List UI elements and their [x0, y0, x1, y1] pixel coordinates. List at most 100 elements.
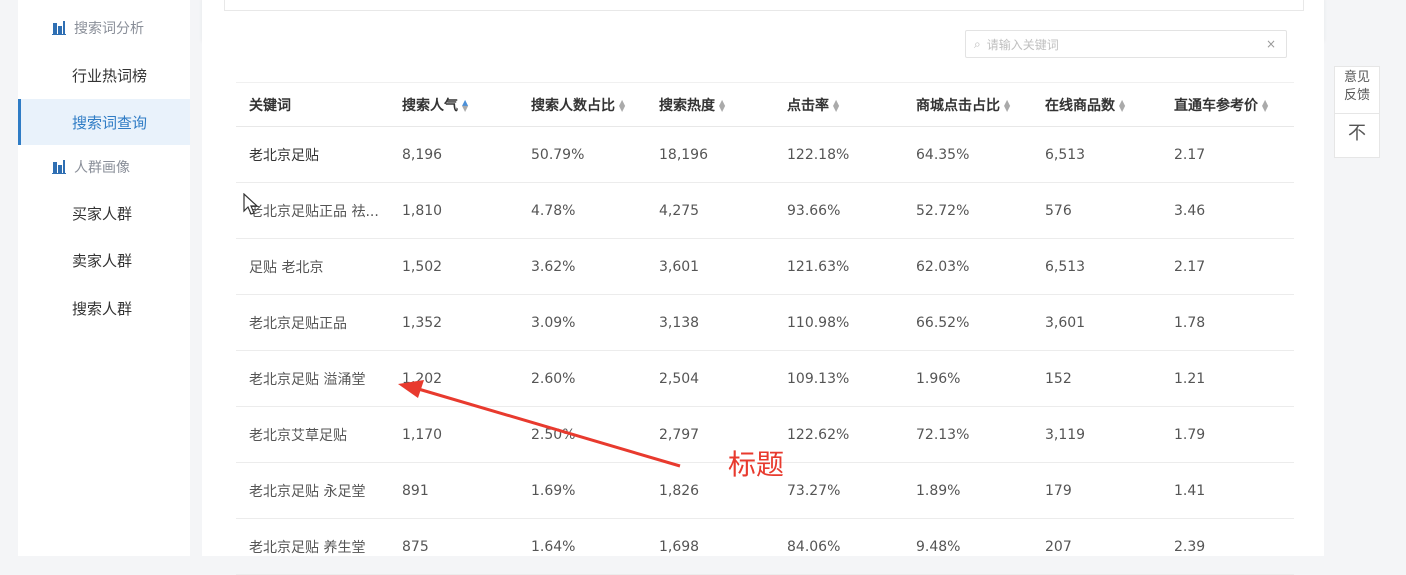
feedback-button[interactable]: 意见反馈	[1335, 69, 1379, 105]
header-online-items[interactable]: 在线商品数 ▲ ▼	[1045, 82, 1174, 127]
cell-value: 1.79	[1174, 406, 1294, 463]
table-row: 老北京足贴 溢涌堂 1,202 2.60% 2,504 109.13% 1.96…	[236, 350, 1294, 407]
cell-value: 50.79%	[531, 126, 659, 183]
sidebar-item-search-crowd[interactable]: 搜索人群	[18, 285, 190, 331]
sort-icon[interactable]: ▲ ▼	[1119, 98, 1125, 112]
sidebar-item-seller-crowd[interactable]: 卖家人群	[18, 237, 190, 283]
cell-value: 122.62%	[787, 406, 916, 463]
sidebar-item-keyword-query[interactable]: 搜索词查询	[18, 99, 190, 145]
header-ppc-price[interactable]: 直通车参考价 ▲ ▼	[1174, 82, 1294, 127]
sidebar-group-label: 人群画像	[74, 160, 130, 176]
back-to-top-button[interactable]: 不	[1335, 119, 1379, 145]
cell-keyword-link[interactable]: 老北京足贴正品	[236, 294, 402, 351]
table-row: 老北京足贴 8,196 50.79% 18,196 122.18% 64.35%…	[236, 126, 1294, 183]
cell-value: 1,502	[402, 238, 531, 295]
keyword-search-input[interactable]: ⌕ 请输入关键词 ×	[965, 30, 1287, 58]
cell-value: 4.78%	[531, 182, 659, 239]
sort-icon[interactable]: ▲ ▼	[1262, 98, 1268, 112]
cell-value: 93.66%	[787, 182, 916, 239]
cell-value: 62.03%	[916, 238, 1045, 295]
cell-value: 2.50%	[531, 406, 659, 463]
table-row: 老北京足贴正品 祛... 1,810 4.78% 4,275 93.66% 52…	[236, 182, 1294, 239]
cell-value: 64.35%	[916, 126, 1045, 183]
cell-value: 4,275	[659, 182, 787, 239]
sidebar-item-buyer-crowd[interactable]: 买家人群	[18, 190, 190, 236]
cell-value: 1.89%	[916, 462, 1045, 519]
cell-value: 3,601	[1045, 294, 1174, 351]
cell-value: 2.17	[1174, 126, 1294, 183]
cell-keyword-link[interactable]: 老北京艾草足贴	[236, 406, 402, 463]
cell-value: 84.06%	[787, 518, 916, 575]
cell-value: 576	[1045, 182, 1174, 239]
cell-value: 3,601	[659, 238, 787, 295]
annotation-label: 标题	[728, 448, 785, 481]
cell-value: 3.46	[1174, 182, 1294, 239]
sidebar-group-search-analysis[interactable]: 搜索词分析	[18, 13, 190, 43]
cell-value: 152	[1045, 350, 1174, 407]
cell-value: 1,170	[402, 406, 531, 463]
cell-value: 1.41	[1174, 462, 1294, 519]
table-row: 老北京足贴 养生堂 875 1.64% 1,698 84.06% 9.48% 2…	[236, 518, 1294, 575]
sidebar: 搜索词分析 行业热词榜 搜索词查询 人群画像 买家人群 卖家人群 搜索人群	[18, 0, 190, 556]
cell-value: 3.62%	[531, 238, 659, 295]
cell-value: 1,202	[402, 350, 531, 407]
sidebar-item-label: 买家人群	[72, 204, 133, 223]
mouse-cursor-icon	[243, 193, 259, 215]
cell-value: 66.52%	[916, 294, 1045, 351]
cell-value: 8,196	[402, 126, 531, 183]
cell-value: 1.21	[1174, 350, 1294, 407]
sidebar-item-label: 搜索词查询	[72, 113, 148, 132]
cell-value: 1,810	[402, 182, 531, 239]
table-row: 足贴 老北京 1,502 3.62% 3,601 121.63% 62.03% …	[236, 238, 1294, 295]
cell-keyword-link[interactable]: 老北京足贴 溢涌堂	[236, 350, 402, 407]
cell-value: 2.17	[1174, 238, 1294, 295]
cell-value: 121.63%	[787, 238, 916, 295]
cell-value: 73.27%	[787, 462, 916, 519]
cell-value: 207	[1045, 518, 1174, 575]
table-header-row: 关键词 搜索人气 ▲ ▼ 搜索人数占比 ▲ ▼ 搜索热度 ▲ ▼ 点击率 ▲ ▼ 商城点击占比 ▲…	[236, 82, 1294, 127]
header-search-popularity[interactable]: 搜索人气 ▲ ▼	[402, 82, 531, 127]
cell-value: 72.13%	[916, 406, 1045, 463]
cell-value: 1.78	[1174, 294, 1294, 351]
sort-icon[interactable]: ▲ ▼	[719, 98, 725, 112]
header-keyword: 关键词	[236, 82, 402, 127]
cell-value: 3,119	[1045, 406, 1174, 463]
cell-keyword[interactable]: 老北京足贴	[236, 126, 402, 183]
cell-value: 1.96%	[916, 350, 1045, 407]
cell-value: 9.48%	[916, 518, 1045, 575]
keyword-table: 关键词 搜索人气 ▲ ▼ 搜索人数占比 ▲ ▼ 搜索热度 ▲ ▼ 点击率 ▲ ▼ 商城点击占比 ▲…	[236, 82, 1294, 575]
cell-value: 1,352	[402, 294, 531, 351]
sidebar-item-label: 搜索人群	[72, 299, 133, 318]
header-search-heat[interactable]: 搜索热度 ▲ ▼	[659, 82, 787, 127]
header-mall-click-share[interactable]: 商城点击占比 ▲ ▼	[916, 82, 1045, 127]
sidebar-item-label: 行业热词榜	[72, 66, 148, 85]
sidebar-item-label: 卖家人群	[72, 251, 133, 270]
sort-icon[interactable]: ▲ ▼	[1004, 98, 1010, 112]
cell-value: 179	[1045, 462, 1174, 519]
divider	[1335, 113, 1379, 114]
cell-keyword-link[interactable]: 足贴 老北京	[236, 238, 402, 295]
cell-keyword-link[interactable]: 老北京足贴 永足堂	[236, 462, 402, 519]
cell-value: 52.72%	[916, 182, 1045, 239]
cell-value: 3,138	[659, 294, 787, 351]
sidebar-group-persona[interactable]: 人群画像	[18, 152, 190, 182]
sort-icon[interactable]: ▲ ▼	[462, 98, 468, 112]
header-ctr[interactable]: 点击率 ▲ ▼	[787, 82, 916, 127]
clear-icon[interactable]: ×	[1266, 37, 1276, 51]
cell-value: 875	[402, 518, 531, 575]
header-search-share[interactable]: 搜索人数占比 ▲ ▼	[531, 82, 659, 127]
sort-icon[interactable]: ▲ ▼	[619, 98, 625, 112]
cell-value: 122.18%	[787, 126, 916, 183]
cell-value: 1.69%	[531, 462, 659, 519]
cell-value: 3.09%	[531, 294, 659, 351]
search-icon: ⌕	[974, 36, 981, 51]
table-row: 老北京足贴正品 1,352 3.09% 3,138 110.98% 66.52%…	[236, 294, 1294, 351]
sidebar-item-hot-words[interactable]: 行业热词榜	[18, 52, 190, 98]
cell-value: 110.98%	[787, 294, 916, 351]
top-card-inner	[224, 0, 1304, 11]
cell-value: 18,196	[659, 126, 787, 183]
cell-keyword-link[interactable]: 老北京足贴 养生堂	[236, 518, 402, 575]
cell-value: 2.39	[1174, 518, 1294, 575]
sort-icon[interactable]: ▲ ▼	[833, 98, 839, 112]
cell-value: 6,513	[1045, 238, 1174, 295]
